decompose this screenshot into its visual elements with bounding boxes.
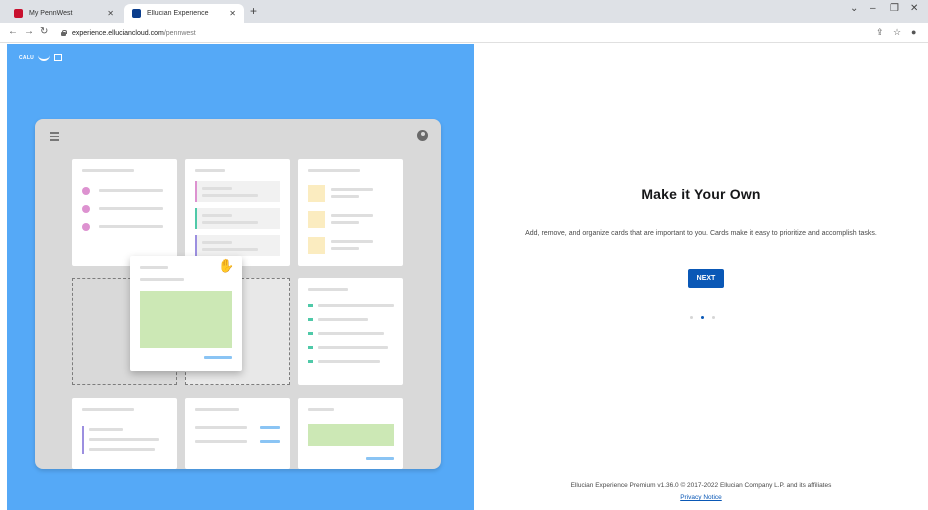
dashboard-mockup: ✋	[35, 119, 441, 469]
next-button[interactable]: NEXT	[688, 269, 724, 288]
mock-card	[298, 398, 403, 469]
pennwest-favicon-icon	[14, 9, 23, 18]
forward-arrow-icon[interactable]: →	[24, 26, 34, 37]
avatar-icon	[417, 130, 428, 141]
restore-button[interactable]: ❐	[890, 3, 899, 14]
close-tab-icon[interactable]: ✕	[229, 9, 236, 18]
new-tab-button[interactable]: +	[250, 4, 257, 19]
privacy-notice-link[interactable]: Privacy Notice	[474, 494, 928, 501]
mock-card	[72, 398, 177, 469]
dragged-card: ✋	[130, 256, 242, 371]
address-bar[interactable]: experience.elluciancloud.com/pennwest	[60, 26, 840, 40]
reload-icon[interactable]: ↻	[40, 26, 48, 37]
step-dot[interactable]	[690, 316, 693, 319]
close-window-button[interactable]: ✕	[910, 3, 918, 14]
tab-title: Ellucian Experience	[147, 10, 209, 17]
back-arrow-icon[interactable]: ←	[8, 26, 18, 37]
ellucian-favicon-icon	[132, 9, 141, 18]
url-host: experience.elluciancloud.com	[72, 29, 164, 37]
url-path: /pennwest	[163, 29, 196, 37]
browser-tab-strip: My PennWest ✕ Ellucian Experience ✕ + ⌄ …	[0, 0, 928, 23]
page-title: Make it Your Own	[641, 186, 761, 202]
bookmark-star-icon[interactable]: ☆	[893, 27, 901, 38]
close-tab-icon[interactable]: ✕	[107, 9, 114, 18]
tab-title: My PennWest	[29, 10, 73, 17]
mock-card	[298, 159, 403, 266]
step-indicator	[690, 316, 715, 319]
university-logo: CALU	[19, 54, 63, 61]
tab-ellucian-experience[interactable]: Ellucian Experience ✕	[124, 4, 244, 23]
tab-my-pennwest[interactable]: My PennWest ✕	[6, 4, 122, 23]
share-icon[interactable]: ⇪	[876, 27, 884, 38]
mock-card	[72, 159, 177, 266]
browser-toolbar: ← → ↻ experience.elluciancloud.com/pennw…	[0, 23, 928, 43]
lock-icon	[60, 30, 67, 36]
step-dot-active[interactable]	[701, 316, 704, 319]
mock-card	[185, 398, 290, 469]
tab-search-chevron-icon[interactable]: ⌄	[850, 3, 858, 14]
onboarding-illustration-panel: CALU ✋	[7, 44, 474, 510]
mock-card	[185, 159, 290, 266]
hamburger-icon	[50, 132, 59, 143]
profile-icon[interactable]: ●	[911, 27, 916, 37]
step-dot[interactable]	[712, 316, 715, 319]
description-text: Add, remove, and organize cards that are…	[525, 230, 877, 237]
mock-card	[298, 278, 403, 385]
hand-cursor-icon: ✋	[218, 258, 235, 273]
onboarding-content-panel: Make it Your Own Add, remove, and organi…	[474, 44, 928, 510]
footer-copyright: Ellucian Experience Premium v1.36.0 © 20…	[570, 482, 832, 489]
minimize-button[interactable]: –	[870, 3, 876, 14]
